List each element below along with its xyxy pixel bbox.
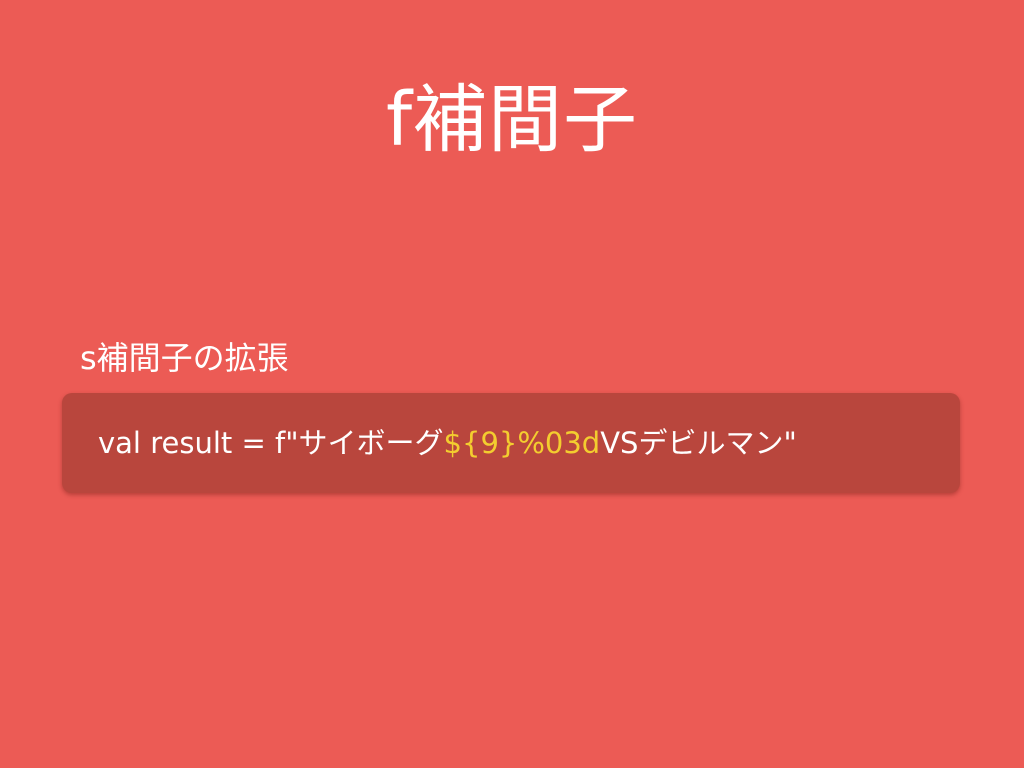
slide: f補間子 s補間子の拡張 val result = f"サイボーグ${9}%03… [0,0,1024,768]
code-block: val result = f"サイボーグ${9}%03dVSデビルマン" [62,393,960,493]
code-interpolation-highlight: ${9}%03d [443,426,601,460]
code-prefix: val result = f"サイボーグ [98,426,444,460]
code-suffix: VSデビルマン" [600,426,797,460]
code-line: val result = f"サイボーグ${9}%03dVSデビルマン" [98,423,797,463]
slide-subtitle: s補間子の拡張 [80,339,289,377]
slide-title: f補間子 [385,77,639,163]
